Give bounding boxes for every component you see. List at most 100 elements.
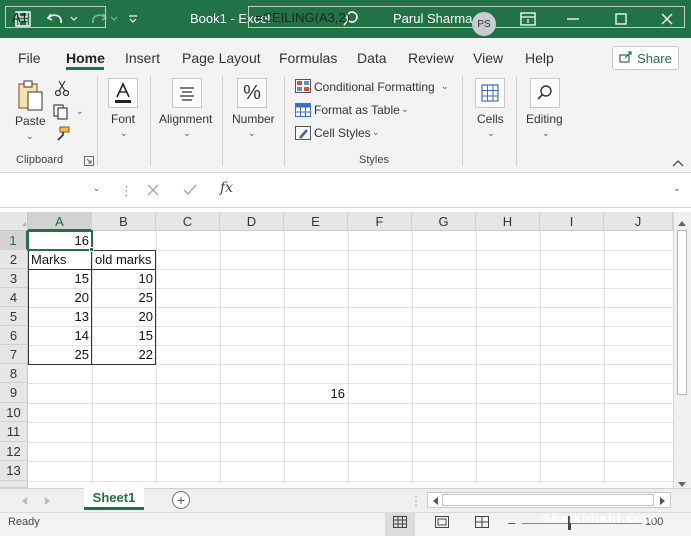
paste-dropdown-icon[interactable]: ⌄	[26, 131, 34, 142]
alignment-group-button[interactable]: Alignment	[159, 112, 212, 126]
insert-function-icon[interactable]: fx	[220, 180, 233, 196]
paste-icon[interactable]	[16, 80, 44, 115]
cell-b5[interactable]: 20	[92, 307, 156, 326]
tab-formulas[interactable]: Formulas	[279, 50, 337, 66]
scroll-left-icon[interactable]	[431, 495, 439, 509]
column-header-b[interactable]: B	[92, 212, 156, 231]
formula-input[interactable]: =CEILING(A3,2)	[248, 6, 685, 28]
cancel-entry-icon[interactable]	[146, 183, 160, 200]
row-header-3[interactable]: 3	[0, 269, 28, 288]
column-header-g[interactable]: G	[412, 212, 476, 231]
cell-a2[interactable]: Marks	[28, 250, 92, 269]
vertical-scroll-thumb[interactable]	[677, 230, 687, 395]
cell-b6[interactable]: 15	[92, 326, 156, 345]
page-break-view-icon[interactable]	[474, 515, 490, 529]
name-box[interactable]: A1	[5, 6, 106, 28]
confirm-entry-icon[interactable]	[183, 183, 197, 200]
editing-dropdown-icon[interactable]: ⌄	[542, 128, 550, 139]
cells-group-button[interactable]: Cells	[477, 112, 504, 126]
conditional-formatting-button[interactable]: Conditional Formatting	[314, 80, 435, 94]
column-header-d[interactable]: D	[220, 212, 284, 231]
column-header-e[interactable]: E	[284, 212, 348, 231]
editing-group-button[interactable]: Editing	[526, 112, 563, 126]
cell-a7[interactable]: 25	[28, 345, 92, 364]
font-group-button[interactable]: Font	[111, 112, 135, 126]
number-dropdown-icon[interactable]: ⌄	[248, 128, 256, 139]
copy-dropdown-icon[interactable]: ⌄	[76, 106, 84, 117]
cut-icon[interactable]	[54, 80, 70, 99]
name-box-dropdown-icon[interactable]: ⌄	[93, 183, 101, 194]
row-header-2[interactable]: 2	[0, 250, 28, 269]
format-painter-icon[interactable]	[54, 126, 70, 145]
tab-insert[interactable]: Insert	[125, 50, 160, 66]
row-header-1[interactable]: 1	[0, 231, 28, 250]
cell-b4[interactable]: 25	[92, 288, 156, 307]
scroll-right-icon[interactable]	[659, 495, 667, 509]
copy-icon[interactable]	[53, 104, 69, 123]
share-button[interactable]: Share	[612, 46, 679, 70]
tab-home[interactable]: Home	[66, 50, 105, 66]
redo-dropdown-icon[interactable]	[110, 9, 118, 29]
alignment-dropdown-icon[interactable]: ⌄	[183, 128, 191, 139]
row-header-12[interactable]: 12	[0, 442, 28, 461]
row-header-14[interactable]	[0, 481, 28, 488]
horizontal-scroll-thumb[interactable]	[442, 494, 654, 506]
add-sheet-icon[interactable]: +	[172, 491, 190, 509]
tab-help[interactable]: Help	[525, 50, 554, 66]
cell-b3[interactable]: 10	[92, 269, 156, 288]
row-header-5[interactable]: 5	[0, 307, 28, 326]
column-header-c[interactable]: C	[156, 212, 220, 231]
column-header-i[interactable]: I	[540, 212, 604, 231]
zoom-out-icon[interactable]: –	[508, 515, 515, 530]
row-header-7[interactable]: 7	[0, 345, 28, 364]
next-sheet-icon[interactable]	[44, 495, 52, 509]
row-header-10[interactable]: 10	[0, 403, 28, 422]
normal-view-icon[interactable]	[392, 515, 408, 529]
column-header-f[interactable]: F	[348, 212, 412, 231]
cell-a3[interactable]: 15	[28, 269, 92, 288]
tab-view[interactable]: View	[473, 50, 503, 66]
cell-styles-dropdown-icon[interactable]: ⌄	[372, 127, 380, 138]
row-header-4[interactable]: 4	[0, 288, 28, 307]
cell-b7[interactable]: 22	[92, 345, 156, 364]
cell-e9[interactable]: 16	[284, 384, 348, 403]
conditional-formatting-dropdown-icon[interactable]: ⌄	[441, 81, 449, 92]
alignment-icon[interactable]	[172, 78, 202, 108]
row-header-9[interactable]: 9	[0, 383, 28, 403]
cell-a4[interactable]: 20	[28, 288, 92, 307]
formula-bar-handle-icon[interactable]: ⋮	[120, 183, 133, 199]
cell-styles-button[interactable]: Cell Styles	[314, 126, 371, 140]
clipboard-launcher-icon[interactable]	[84, 155, 94, 169]
paste-button[interactable]: Paste	[15, 114, 46, 128]
font-icon[interactable]	[108, 78, 138, 108]
tab-review[interactable]: Review	[408, 50, 454, 66]
font-dropdown-icon[interactable]: ⌄	[120, 128, 128, 139]
prev-sheet-icon[interactable]	[20, 495, 28, 509]
tab-page-layout[interactable]: Page Layout	[182, 50, 261, 66]
cells-icon[interactable]	[475, 78, 505, 108]
cells-dropdown-icon[interactable]: ⌄	[487, 128, 495, 139]
row-header-6[interactable]: 6	[0, 326, 28, 345]
editing-search-icon[interactable]	[530, 78, 560, 108]
customize-toolbar-icon[interactable]	[128, 9, 138, 29]
row-header-13[interactable]: 13	[0, 461, 28, 481]
number-group-button[interactable]: Number	[232, 112, 275, 126]
collapse-ribbon-icon[interactable]	[672, 156, 684, 170]
tab-split-handle-icon[interactable]: ⋮	[410, 494, 422, 508]
column-header-a[interactable]: A	[28, 212, 92, 231]
row-header-8[interactable]: 8	[0, 364, 28, 383]
sheet-tab-sheet1[interactable]: Sheet1	[84, 488, 144, 510]
format-as-table-button[interactable]: Format as Table	[314, 103, 400, 117]
column-header-j[interactable]: J	[604, 212, 673, 231]
expand-formula-bar-icon[interactable]: ⌄	[673, 183, 681, 194]
cell-b2[interactable]: old marks	[92, 250, 156, 269]
tab-file[interactable]: File	[18, 50, 41, 66]
format-as-table-dropdown-icon[interactable]: ⌄	[401, 104, 409, 115]
tab-data[interactable]: Data	[357, 50, 387, 66]
row-header-11[interactable]: 11	[0, 422, 28, 442]
page-layout-view-icon[interactable]	[434, 515, 450, 529]
percent-icon[interactable]: %	[237, 78, 267, 108]
cell-a5[interactable]: 13	[28, 307, 92, 326]
cell-a6[interactable]: 14	[28, 326, 92, 345]
select-all-corner[interactable]	[0, 212, 28, 231]
